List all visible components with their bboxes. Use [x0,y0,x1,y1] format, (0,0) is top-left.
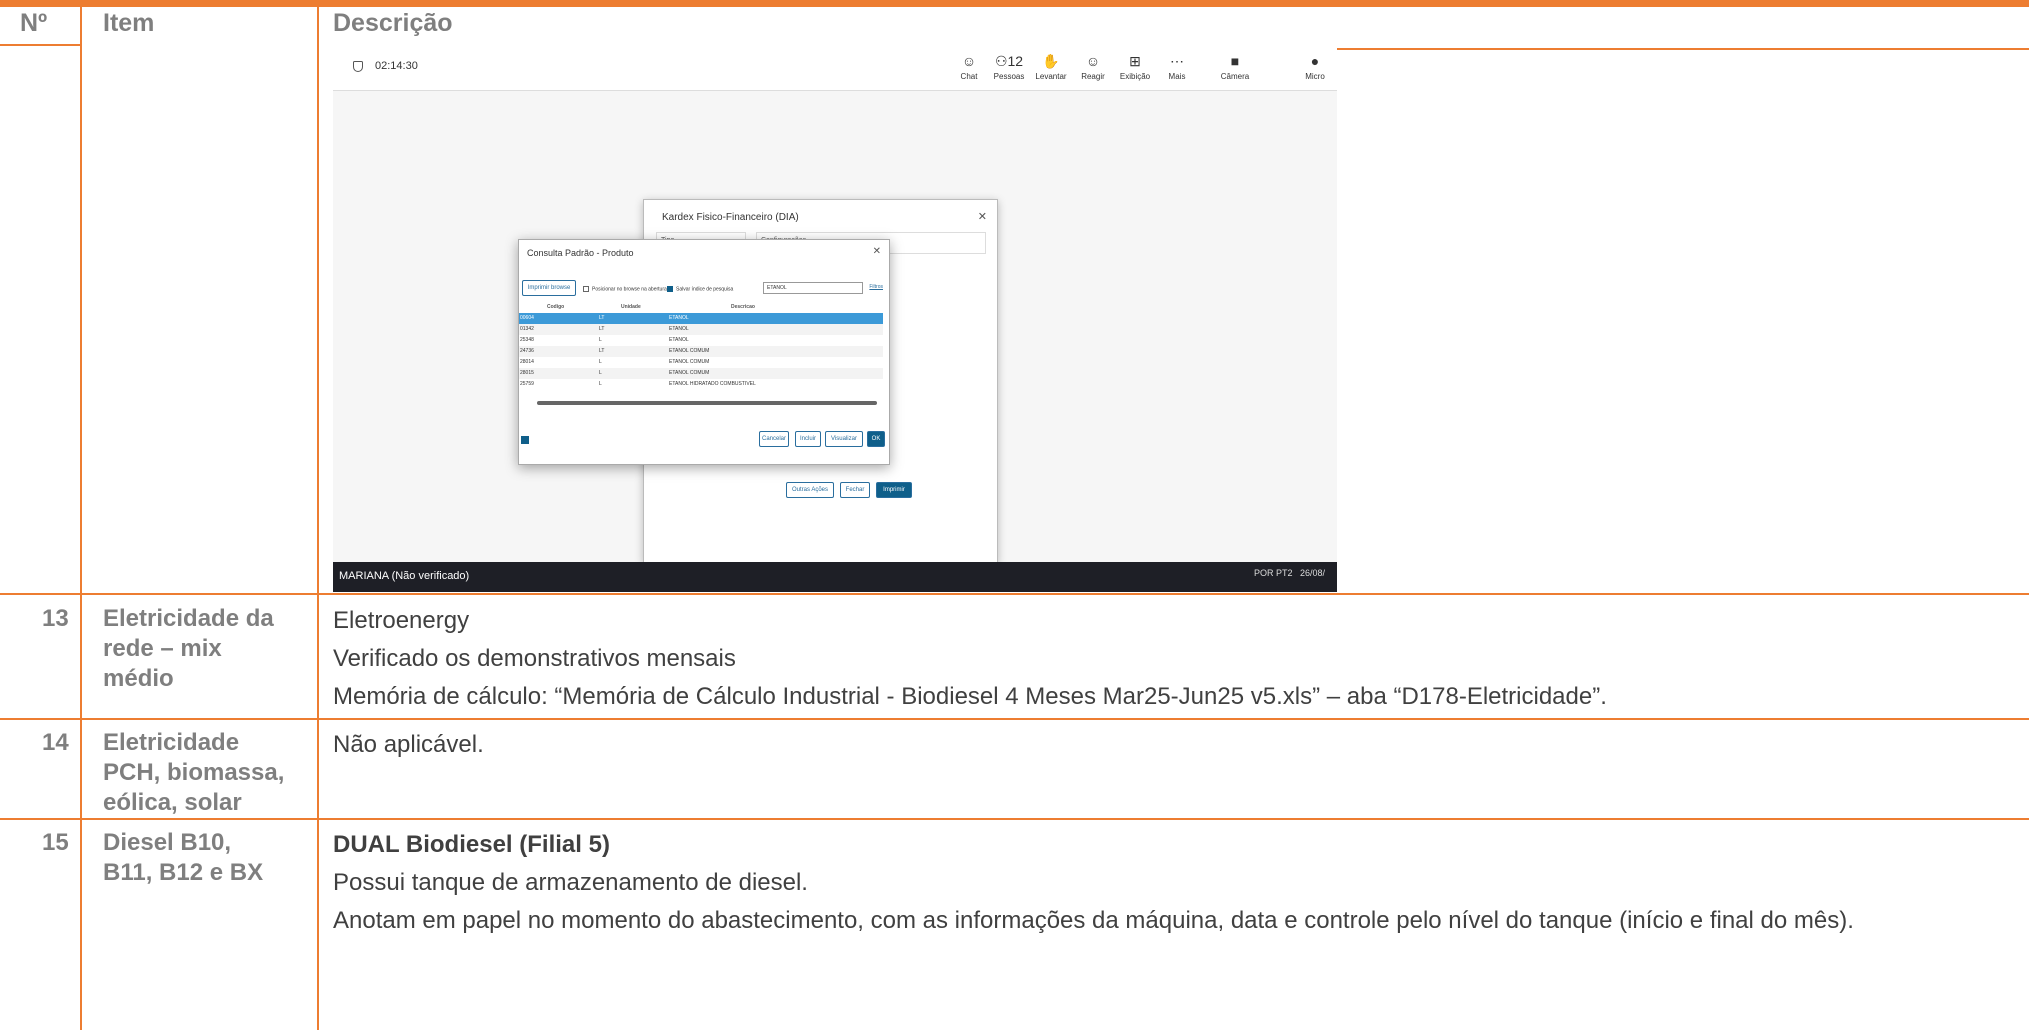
print-browse-button[interactable]: Imprimir browse [522,280,576,296]
table-row[interactable]: 24736 LT ETANOL COMUM [519,346,883,357]
include-button[interactable]: Incluir [795,431,821,447]
row-description: DUAL Biodiesel (Filial 5) Possui tanque … [333,831,1854,934]
people-icon: ⚇12 [994,53,1024,69]
header-no: Nº [20,9,48,37]
meeting-timer: 02:14:30 [353,60,418,72]
product-lookup-dialog: Consulta Padrão - Produto ✕ Imprimir bro… [518,239,890,465]
cancel-button[interactable]: Cancelar [759,431,789,447]
row-item: Diesel B10, B11, B12 e BX [103,829,264,886]
mic-icon: ● [1310,53,1320,69]
meeting-screenshot: 02:14:30 ☺ Chat ⚇12 Pessoas ✋ Levantar ☺ Rea… [333,46,1337,592]
close-icon[interactable]: ✕ [978,210,987,223]
react-icon: ☺ [1085,53,1101,69]
close-icon[interactable]: ✕ [873,246,881,257]
column-divider [317,0,319,1030]
print-button[interactable]: Imprimir [876,482,912,498]
taskbar: MARIANA (Não verificado) POR PT2 26/08/ [333,562,1337,592]
row-item: Eletricidade da rede – mix médio [103,605,274,692]
system-tray: POR PT2 26/08/ [1253,568,1325,578]
participant-name: MARIANA (Não verificado) [339,570,470,582]
status-indicator [521,436,529,444]
kardex-dialog-title: Kardex Fisico-Financeiro (DIA) [662,212,799,223]
row-divider [0,44,80,46]
view-button[interactable]: Visualizar [825,431,863,447]
raise-hand-icon: ✋ [1042,53,1060,69]
people-button[interactable]: ⚇12 Pessoas [987,52,1031,81]
camera-icon: ■ [1230,53,1240,69]
table-row[interactable]: 25759 L ETANOL HIDRATADO COMBUSTIVEL [519,379,883,390]
filter-link[interactable]: Filtros [869,284,883,290]
position-checkbox[interactable]: Posicionar no browse na abertura [583,286,667,292]
search-input[interactable]: ETANOL [763,282,863,294]
dialog-title: Consulta Padrão - Produto [527,248,634,258]
mic-button[interactable]: ● Micro [1293,52,1337,81]
shield-icon [353,60,363,72]
document-table: Nº Item Descrição 02:14:30 ☺ Chat ⚇12 Pess… [0,0,2029,1030]
row-divider [1337,48,2029,50]
ok-button[interactable]: OK [867,431,885,447]
row-number: 15 [42,829,69,856]
more-button[interactable]: ⋯ Mais [1155,52,1199,81]
other-actions-button[interactable]: Outras Ações [786,482,834,498]
row-divider [0,593,2029,595]
product-grid: Codigo Unidade Descricao 00604 LT ETANOL 0… [519,302,883,390]
row-number: 13 [42,605,69,632]
react-button[interactable]: ☺ Reagir [1071,52,1115,81]
column-divider [80,0,82,1030]
chat-button[interactable]: ☺ Chat [947,52,991,81]
grid-header: Codigo Unidade Descricao [547,304,755,310]
header-item: Item [103,9,155,37]
row-number: 14 [42,729,69,756]
close-button[interactable]: Fechar [840,482,870,498]
save-index-checkbox[interactable]: Salvar índice de pesquisa [667,286,733,292]
checkbox-box [667,286,673,292]
more-icon: ⋯ [1170,53,1184,69]
meeting-toolbar: 02:14:30 ☺ Chat ⚇12 Pessoas ✋ Levantar ☺ Rea… [333,46,1337,90]
camera-button[interactable]: ■ Câmera [1213,52,1257,81]
table-row[interactable]: 01342 LT ETANOL [519,324,883,335]
row-description: Eletroenergy Verificado os demonstrativo… [333,607,1607,710]
checkbox-box [583,286,589,292]
chat-icon: ☺ [961,53,977,69]
horizontal-scrollbar[interactable] [537,401,877,405]
shared-screen: Kardex Fisico-Financeiro (DIA) ✕ Tipo Co… [333,90,1337,563]
view-icon: ⊞ [1129,53,1141,69]
table-row[interactable]: 00604 LT ETANOL [519,313,883,324]
raise-hand-button[interactable]: ✋ Levantar [1029,52,1073,81]
view-button[interactable]: ⊞ Exibição [1113,52,1157,81]
table-top-border [0,0,2029,7]
table-row[interactable]: 28014 L ETANOL COMUM [519,357,883,368]
row-divider [0,818,2029,820]
header-description: Descrição [333,9,453,37]
table-row[interactable]: 28015 L ETANOL COMUM [519,368,883,379]
table-row[interactable]: 25348 L ETANOL [519,335,883,346]
row-item: Eletricidade PCH, biomassa, eólica, sola… [103,729,285,816]
row-description: Não aplicável. [333,731,484,758]
